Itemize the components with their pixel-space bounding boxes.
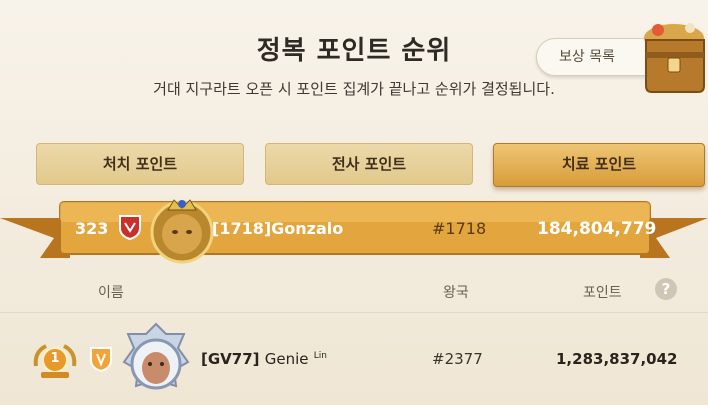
reward-list-label: 보상 목록	[559, 49, 615, 65]
tab-label: 치료 포인트	[561, 155, 637, 173]
header-points: 포인트	[583, 285, 622, 301]
treasure-chest-icon[interactable]	[640, 18, 708, 96]
player-avatar-icon[interactable]	[118, 322, 194, 402]
header-name: 이름	[98, 285, 124, 301]
category-tabs: 처치 포인트 전사 포인트 치료 포인트	[0, 143, 708, 191]
my-rank-number: 323	[75, 219, 109, 238]
table-row[interactable]: 1 [GV77] Genie Lin #2377 1,283,837,042	[0, 318, 708, 405]
player-name-text: Genie	[264, 350, 309, 368]
player-points: 1,283,837,042	[556, 350, 678, 368]
tab-kill-points[interactable]: 처치 포인트	[36, 143, 244, 185]
tab-warrior-points[interactable]: 전사 포인트	[265, 143, 473, 185]
my-points: 184,804,779	[537, 219, 657, 239]
tab-label: 처치 포인트	[102, 155, 178, 173]
tab-heal-points[interactable]: 치료 포인트	[493, 143, 705, 187]
help-icon[interactable]: ?	[655, 278, 677, 300]
page-subtitle: 거대 지구라트 오픈 시 포인트 집계가 끝나고 순위가 결정됩니다.	[153, 80, 555, 98]
player-realm: #2377	[432, 350, 483, 368]
alliance-emblem-icon	[119, 215, 141, 240]
rank-number: 1	[50, 351, 60, 366]
column-headers: 이름 왕국 포인트	[0, 282, 708, 308]
divider	[0, 312, 708, 313]
player-avatar-icon[interactable]	[148, 196, 216, 264]
my-realm: #1718	[432, 219, 487, 238]
tab-label: 전사 포인트	[331, 155, 407, 173]
header-realm: 왕국	[443, 285, 469, 301]
player-suffix: Lin	[313, 351, 327, 361]
player-tag: [GV77]	[201, 350, 260, 368]
my-player-name: [1718]Gonzalo	[212, 219, 344, 238]
alliance-badge-icon	[90, 347, 112, 372]
player-name: [GV77] Genie Lin	[201, 350, 327, 368]
